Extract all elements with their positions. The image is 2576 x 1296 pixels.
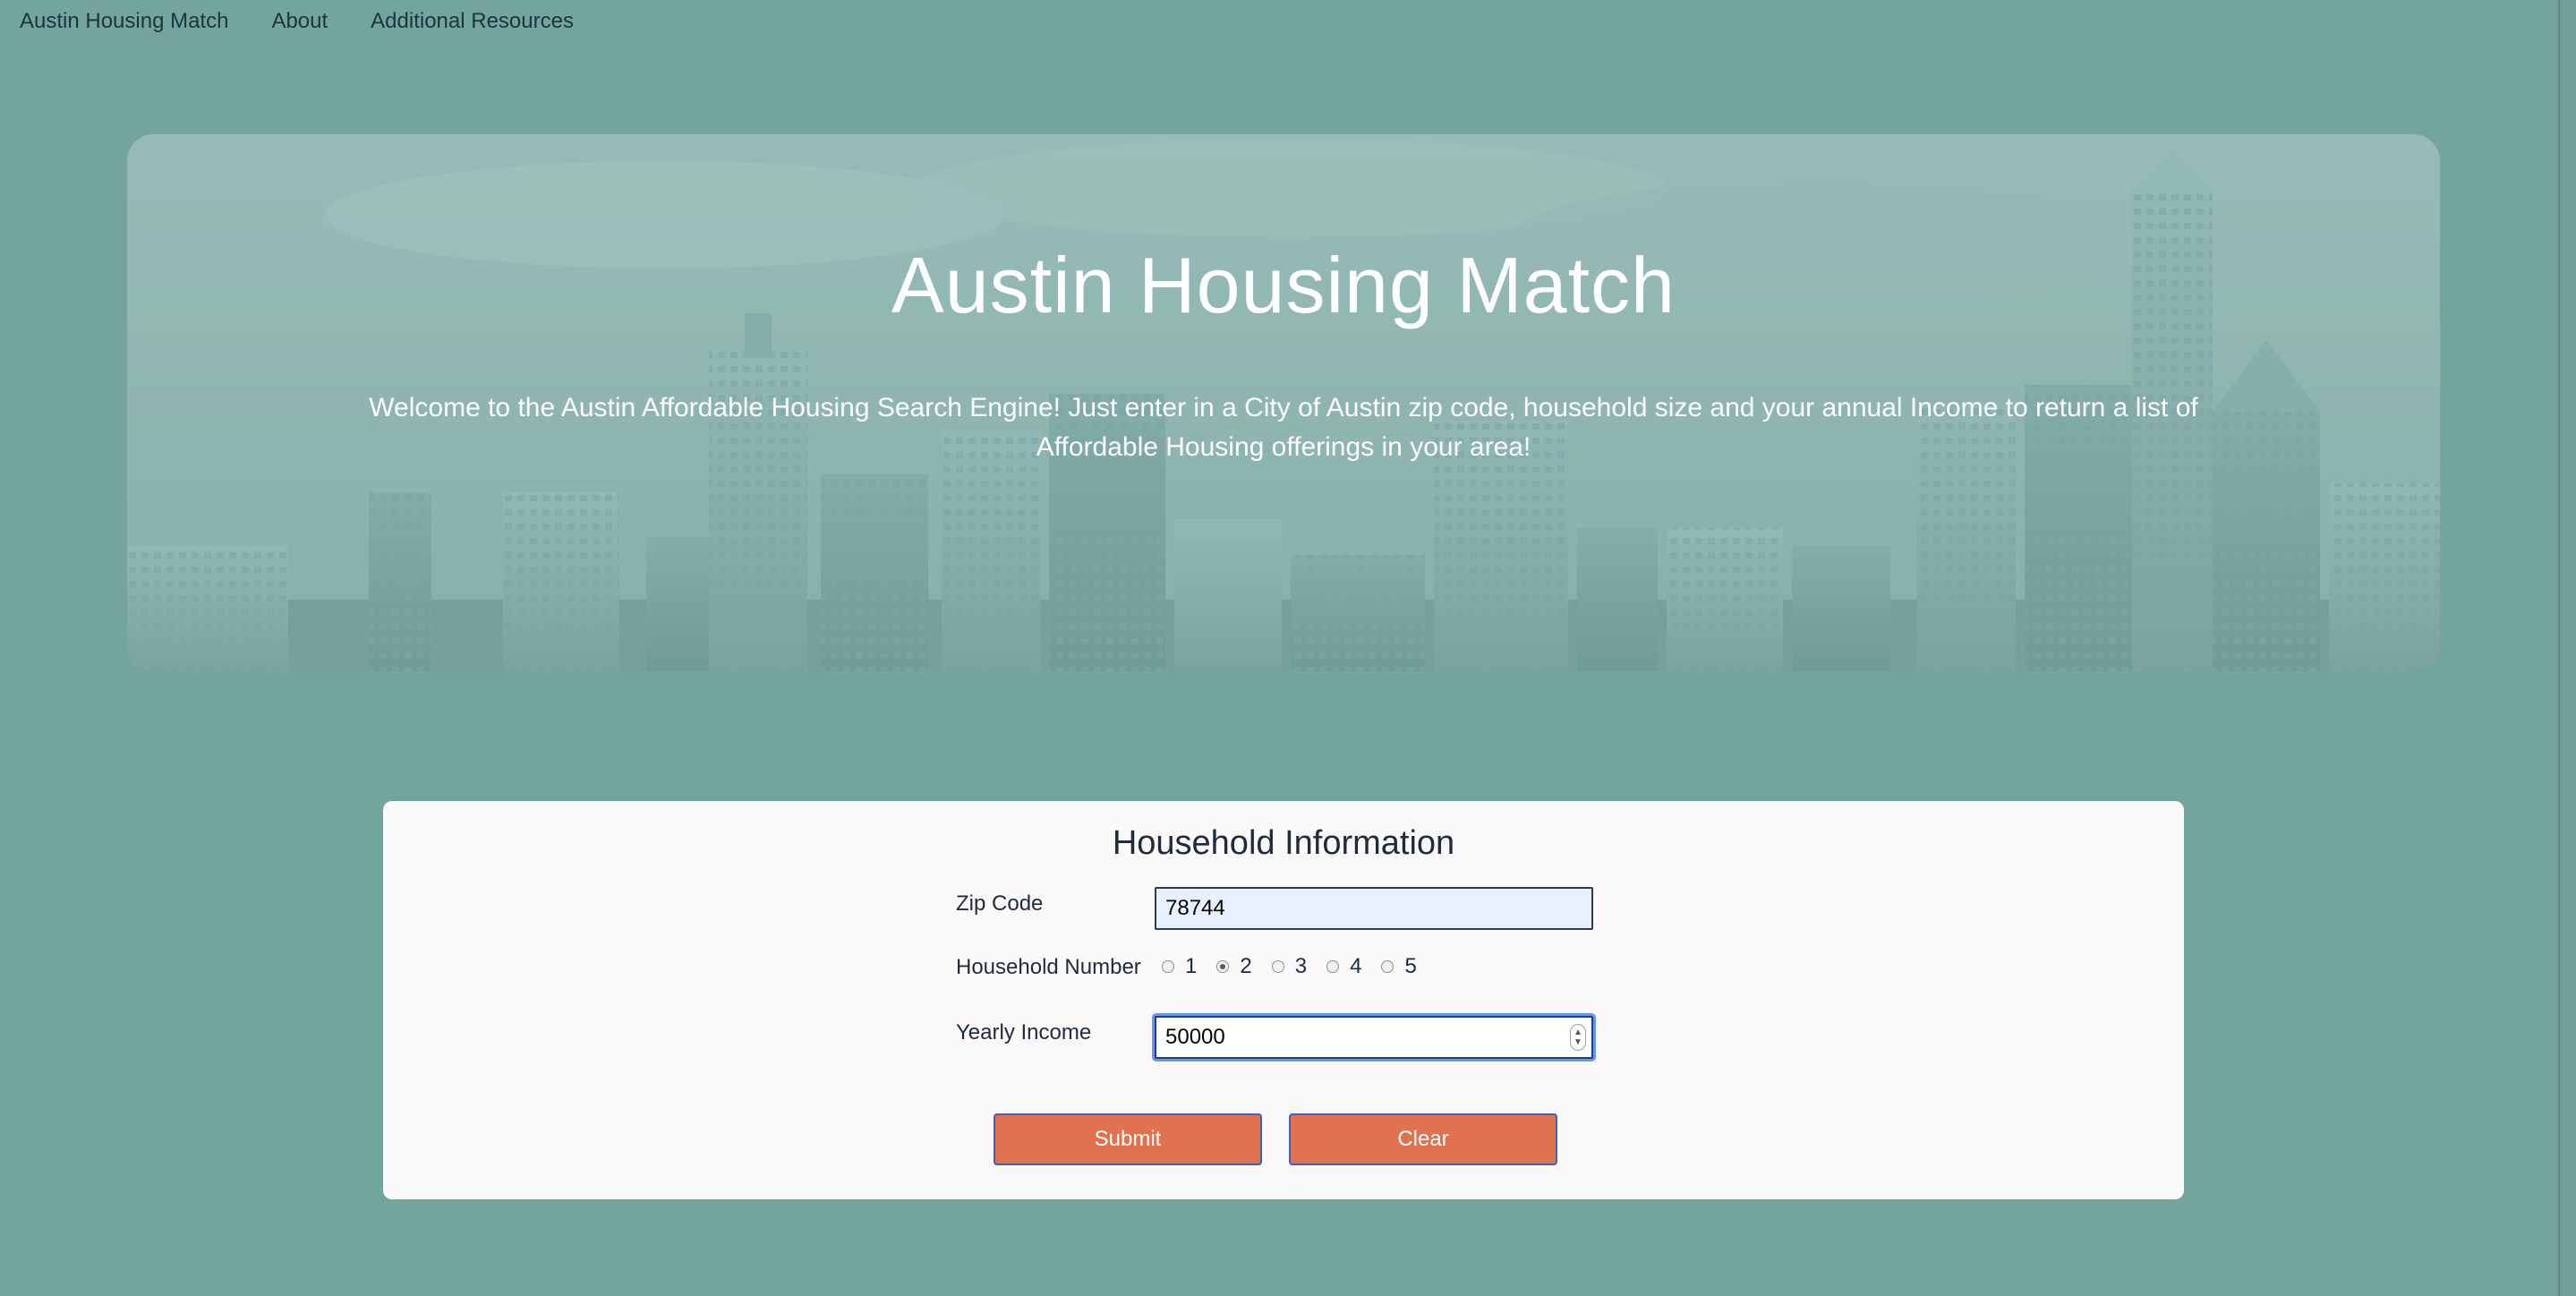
radio-button[interactable] <box>1326 960 1340 973</box>
household-number-radio-group: 1 2 3 4 5 <box>1162 953 1437 980</box>
spinner-up-icon[interactable]: ▲ <box>1574 1027 1582 1037</box>
household-option-1[interactable]: 1 <box>1162 954 1197 979</box>
submit-button[interactable]: Submit <box>994 1113 1262 1165</box>
top-nav: Austin Housing Match About Additional Re… <box>0 0 617 43</box>
hero-banner: Austin Housing Match Welcome to the Aust… <box>127 134 2440 671</box>
hero-title: Austin Housing Match <box>891 241 1676 329</box>
household-option-5[interactable]: 5 <box>1381 954 1417 979</box>
household-form-card: Household Information Zip Code Household… <box>383 801 2184 1199</box>
nav-link-about[interactable]: About <box>271 9 328 34</box>
yearly-income-input[interactable] <box>1155 1016 1593 1059</box>
number-spinner-icon[interactable]: ▲ ▼ <box>1570 1024 1586 1051</box>
window-edge <box>2558 0 2576 1296</box>
nav-link-additional-resources[interactable]: Additional Resources <box>371 9 574 34</box>
household-number-label: Household Number <box>956 955 1141 979</box>
household-option-4[interactable]: 4 <box>1326 954 1361 979</box>
radio-label: 1 <box>1185 954 1198 978</box>
household-option-3[interactable]: 3 <box>1271 954 1308 979</box>
radio-label: 3 <box>1294 954 1308 978</box>
radio-label: 5 <box>1404 954 1417 978</box>
spinner-down-icon[interactable]: ▼ <box>1574 1037 1582 1047</box>
radio-label: 4 <box>1350 954 1362 978</box>
nav-link-home[interactable]: Austin Housing Match <box>20 9 228 34</box>
yearly-income-label: Yearly Income <box>956 1020 1092 1044</box>
radio-button[interactable] <box>1162 960 1174 973</box>
zip-code-label: Zip Code <box>956 891 1044 916</box>
household-option-2[interactable]: 2 <box>1216 954 1252 979</box>
hero-subtitle: Welcome to the Austin Affordable Housing… <box>369 393 2198 462</box>
zip-code-input[interactable] <box>1155 887 1593 930</box>
radio-button[interactable] <box>1271 960 1284 973</box>
radio-button[interactable] <box>1381 960 1395 973</box>
clear-button[interactable]: Clear <box>1289 1113 1557 1165</box>
radio-label: 2 <box>1240 954 1252 978</box>
form-title: Household Information <box>1112 824 1455 862</box>
radio-button-selected[interactable] <box>1216 960 1230 973</box>
